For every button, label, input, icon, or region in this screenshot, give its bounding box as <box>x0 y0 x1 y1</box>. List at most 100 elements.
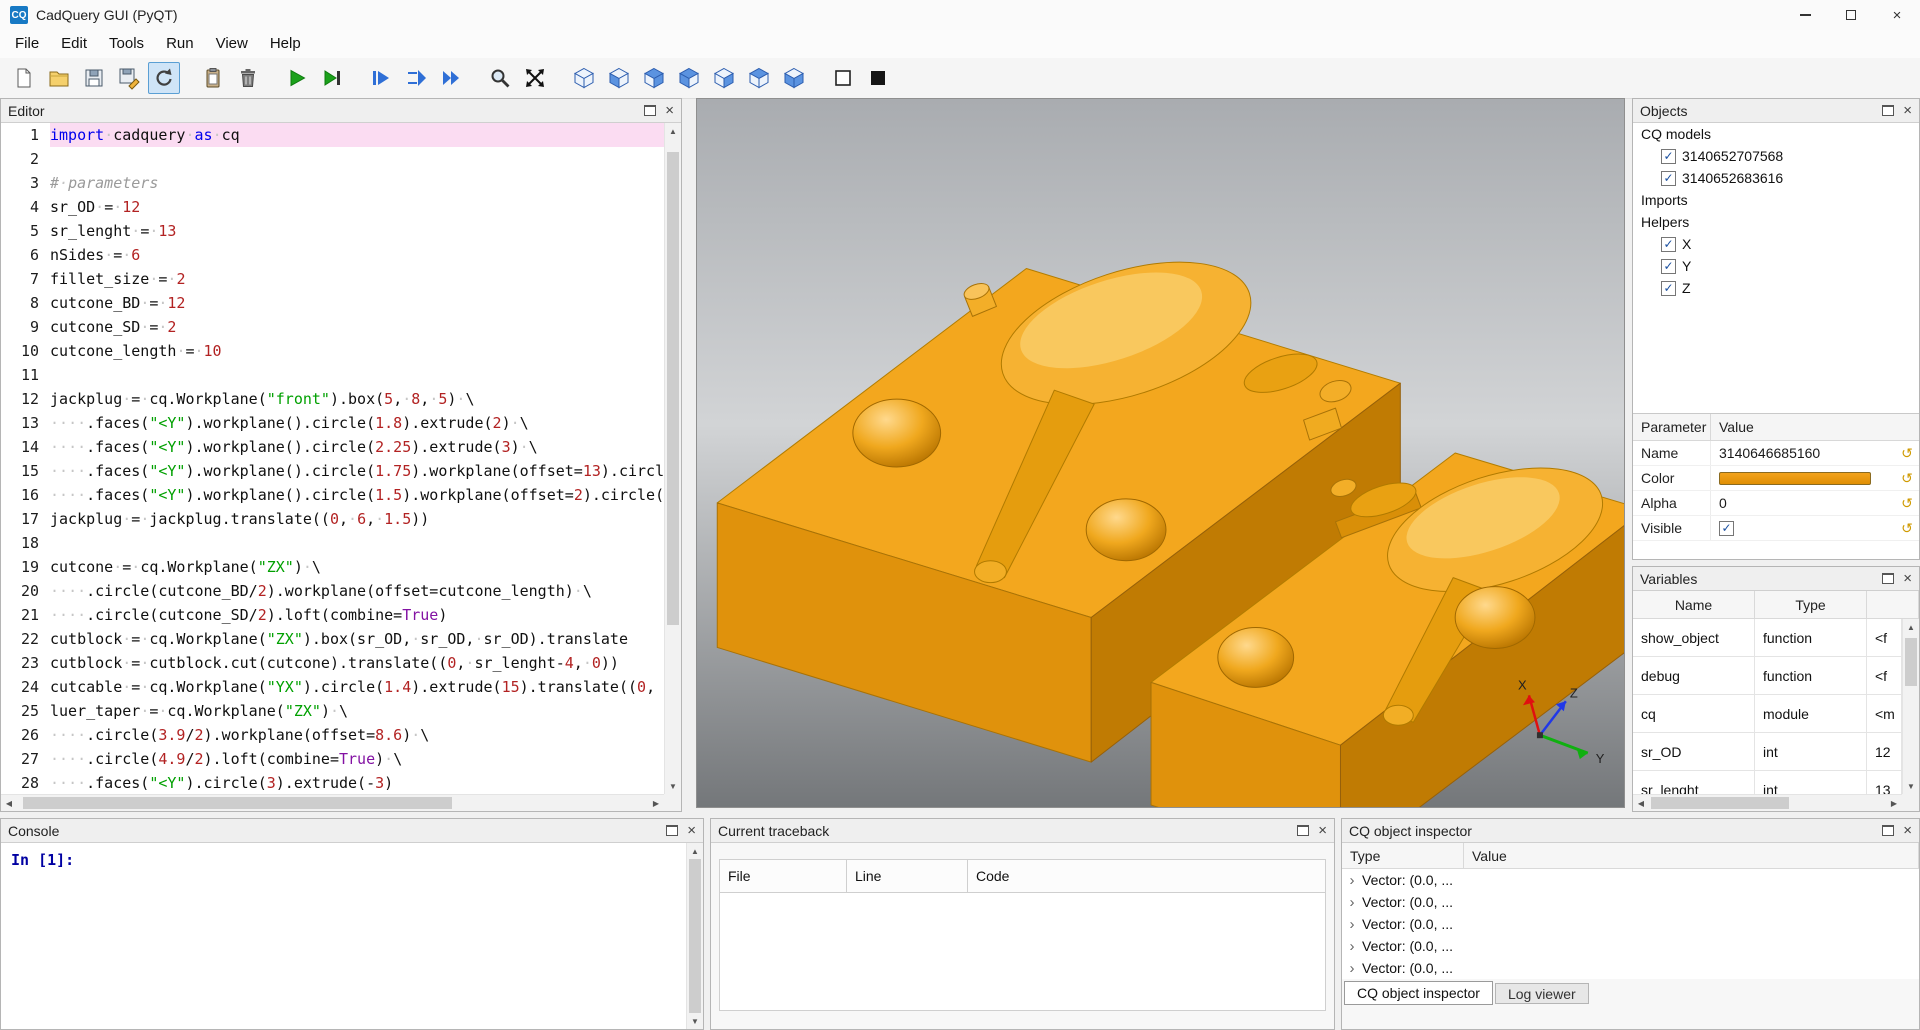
variable-row-sr_lenght[interactable]: sr_lenghtint13 <box>1633 771 1902 794</box>
close-panel-icon[interactable]: × <box>687 823 696 838</box>
param-value[interactable]: 0 <box>1711 495 1895 511</box>
code-line-14[interactable]: 14····.faces("<Y").workplane().circle(2.… <box>1 435 664 459</box>
checkbox[interactable]: ✓ <box>1661 281 1676 296</box>
color-swatch[interactable] <box>1719 472 1871 485</box>
code-line-5[interactable]: 5sr_lenght·=·13 <box>1 219 664 243</box>
close-panel-icon[interactable]: × <box>665 103 674 118</box>
delete-icon[interactable] <box>232 62 264 94</box>
column-header-value[interactable]: Value <box>1464 843 1919 868</box>
menu-view[interactable]: View <box>205 30 259 58</box>
code-line-25[interactable]: 25luer_taper·=·cq.Workplane("ZX")·\ <box>1 699 664 723</box>
minimize-button[interactable] <box>1782 0 1828 30</box>
close-panel-icon[interactable]: × <box>1903 823 1912 838</box>
variable-row-show_object[interactable]: show_objectfunction<f <box>1633 619 1902 657</box>
reset-param-icon[interactable]: ↺ <box>1895 470 1919 487</box>
scroll-down-icon[interactable]: ▼ <box>687 1013 703 1029</box>
float-panel-icon[interactable] <box>1882 105 1894 116</box>
column-header-file[interactable]: File <box>719 859 847 893</box>
scroll-thumb[interactable] <box>667 152 679 625</box>
code-line-21[interactable]: 21····.circle(cutcone_SD/2).loft(combine… <box>1 603 664 627</box>
visible-checkbox[interactable]: ✓ <box>1719 521 1734 536</box>
variable-row-sr_OD[interactable]: sr_ODint12 <box>1633 733 1902 771</box>
expand-chevron-icon[interactable]: › <box>1342 916 1362 933</box>
inspector-row-5[interactable]: ›Vector: (0.0, ... <box>1342 957 1919 979</box>
code-line-26[interactable]: 26····.circle(3.9/2).workplane(offset=8.… <box>1 723 664 747</box>
menu-edit[interactable]: Edit <box>50 30 98 58</box>
tree-item-3140652683616[interactable]: ✓3140652683616 <box>1633 167 1919 189</box>
reset-param-icon[interactable]: ↺ <box>1895 495 1919 512</box>
checkbox[interactable]: ✓ <box>1661 237 1676 252</box>
tree-item-z[interactable]: ✓Z <box>1633 277 1919 299</box>
close-button[interactable]: × <box>1874 0 1920 30</box>
variable-row-debug[interactable]: debugfunction<f <box>1633 657 1902 695</box>
scroll-thumb[interactable] <box>689 859 701 1013</box>
left-view-icon[interactable] <box>673 62 705 94</box>
scroll-track[interactable] <box>1903 635 1919 778</box>
inspector-row-3[interactable]: ›Vector: (0.0, ... <box>1342 913 1919 935</box>
expand-chevron-icon[interactable]: › <box>1342 872 1362 889</box>
menu-help[interactable]: Help <box>259 30 312 58</box>
scroll-thumb[interactable] <box>23 797 452 809</box>
code-line-17[interactable]: 17jackplug·=·jackplug.translate((0,·6,·1… <box>1 507 664 531</box>
variables-vertical-scrollbar[interactable]: ▲▼ <box>1902 619 1919 794</box>
float-panel-icon[interactable] <box>1882 825 1894 836</box>
debug-icon[interactable] <box>316 62 348 94</box>
column-header-code[interactable]: Code <box>967 859 1326 893</box>
console-input-area[interactable]: In [1]: <box>1 843 686 1029</box>
scroll-left-icon[interactable]: ◀ <box>1633 795 1649 811</box>
scroll-thumb[interactable] <box>1651 797 1788 809</box>
step-in-icon[interactable] <box>400 62 432 94</box>
float-panel-icon[interactable] <box>1882 573 1894 584</box>
continue-icon[interactable] <box>435 62 467 94</box>
front-view-icon[interactable] <box>603 62 635 94</box>
scroll-thumb[interactable] <box>1905 638 1917 687</box>
expand-chevron-icon[interactable]: › <box>1342 938 1362 955</box>
scroll-track[interactable] <box>687 859 703 1013</box>
scroll-track[interactable] <box>1649 795 1886 811</box>
inspector-row-1[interactable]: ›Vector: (0.0, ... <box>1342 869 1919 891</box>
close-panel-icon[interactable]: × <box>1318 823 1327 838</box>
autoreload-icon[interactable] <box>148 62 180 94</box>
close-panel-icon[interactable]: × <box>1903 103 1912 118</box>
iso-view-icon[interactable] <box>568 62 600 94</box>
reset-param-icon[interactable]: ↺ <box>1895 520 1919 537</box>
expand-chevron-icon[interactable]: › <box>1342 960 1362 977</box>
tab-log-viewer[interactable]: Log viewer <box>1495 983 1589 1004</box>
scroll-down-icon[interactable]: ▼ <box>1903 778 1919 794</box>
column-header-type[interactable]: Type <box>1342 843 1464 868</box>
top-view-icon[interactable] <box>743 62 775 94</box>
param-value[interactable]: ✓ <box>1711 521 1895 536</box>
scroll-up-icon[interactable]: ▲ <box>1903 619 1919 635</box>
code-line-9[interactable]: 9cutcone_SD·=·2 <box>1 315 664 339</box>
checkbox[interactable]: ✓ <box>1661 171 1676 186</box>
code-line-6[interactable]: 6nSides·=·6 <box>1 243 664 267</box>
code-editor[interactable]: 1import·cadquery·as·cq23#·parameters4sr_… <box>1 123 664 794</box>
code-line-11[interactable]: 11 <box>1 363 664 387</box>
open-script-icon[interactable] <box>43 62 75 94</box>
reset-param-icon[interactable]: ↺ <box>1895 445 1919 462</box>
code-line-10[interactable]: 10cutcone_length·=·10 <box>1 339 664 363</box>
param-value[interactable] <box>1711 472 1895 485</box>
console-vertical-scrollbar[interactable]: ▲▼ <box>686 843 703 1029</box>
expand-chevron-icon[interactable]: › <box>1342 894 1362 911</box>
render-icon[interactable] <box>281 62 313 94</box>
variables-horizontal-scrollbar[interactable]: ◀▶ <box>1633 794 1902 811</box>
viewport-3d[interactable]: X Z Y <box>696 98 1625 808</box>
tree-item-cq-models[interactable]: CQ models <box>1633 123 1919 145</box>
float-panel-icon[interactable] <box>1297 825 1309 836</box>
fit-all-icon[interactable] <box>519 62 551 94</box>
code-line-23[interactable]: 23cutblock·=·cutblock.cut(cutcone).trans… <box>1 651 664 675</box>
back-view-icon[interactable] <box>638 62 670 94</box>
scroll-right-icon[interactable]: ▶ <box>1886 795 1902 811</box>
checkbox[interactable]: ✓ <box>1661 259 1676 274</box>
inspector-row-2[interactable]: ›Vector: (0.0, ... <box>1342 891 1919 913</box>
save-as-icon[interactable] <box>113 62 145 94</box>
wireframe-icon[interactable] <box>827 62 859 94</box>
code-line-12[interactable]: 12jackplug·=·cq.Workplane("front").box(5… <box>1 387 664 411</box>
tree-item-imports[interactable]: Imports <box>1633 189 1919 211</box>
right-view-icon[interactable] <box>708 62 740 94</box>
code-line-3[interactable]: 3#·parameters <box>1 171 664 195</box>
variable-row-cq[interactable]: cqmodule<m <box>1633 695 1902 733</box>
column-header-value[interactable] <box>1867 591 1919 618</box>
code-line-27[interactable]: 27····.circle(4.9/2).loft(combine=True)·… <box>1 747 664 771</box>
